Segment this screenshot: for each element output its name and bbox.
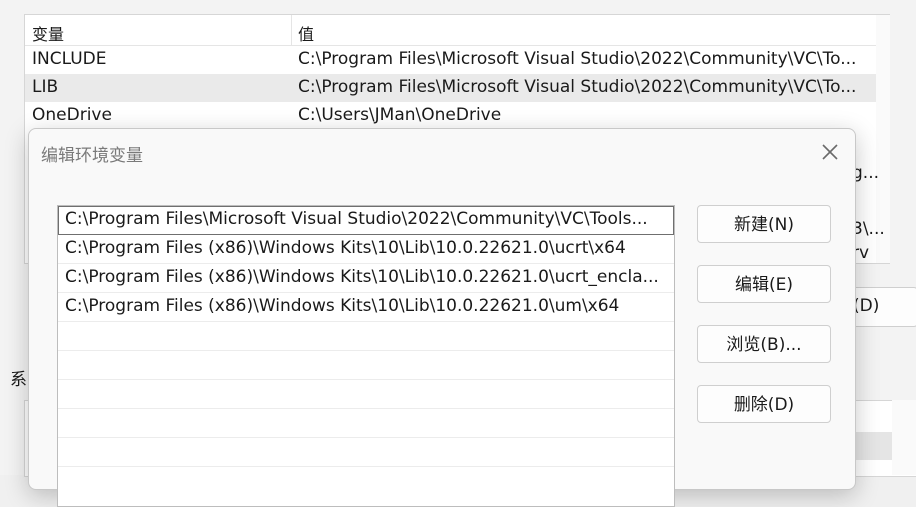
close-button[interactable] — [817, 139, 843, 165]
button-label: (D) — [853, 296, 880, 316]
variable-name: INCLUDE — [32, 49, 107, 69]
variable-name: LIB — [32, 77, 59, 97]
table-row[interactable]: OneDrive C:\Users\JMan\OneDrive — [25, 102, 889, 130]
list-item[interactable]: C:\Program Files (x86)\Windows Kits\10\L… — [58, 235, 674, 264]
variable-value: C:\Program Files\Microsoft Visual Studio… — [298, 49, 857, 69]
path-text: C:\Program Files\Microsoft Visual Studio… — [65, 209, 648, 229]
path-text: C:\Program Files (x86)\Windows Kits\10\L… — [65, 296, 620, 316]
column-header-variable[interactable]: 变量 — [32, 21, 64, 45]
delete-user-variable-button[interactable]: (D) — [850, 287, 916, 327]
path-text: C:\Program Files (x86)\Windows Kits\10\L… — [65, 238, 626, 258]
column-separator[interactable] — [291, 15, 292, 45]
selected-row-highlight — [850, 432, 892, 460]
variable-value: C:\Program Files\Microsoft Visual Studio… — [298, 77, 857, 97]
empty-list-item[interactable] — [58, 409, 674, 438]
close-icon — [822, 144, 838, 160]
delete-button[interactable]: 删除(D) — [697, 385, 831, 423]
table-row[interactable]: LIB C:\Program Files\Microsoft Visual St… — [25, 74, 889, 102]
edit-button[interactable]: 编辑(E) — [697, 265, 831, 303]
variable-name: OneDrive — [32, 105, 112, 125]
new-button[interactable]: 新建(N) — [697, 205, 831, 243]
path-text: C:\Program Files (x86)\Windows Kits\10\L… — [65, 267, 659, 287]
list-item[interactable]: C:\Program Files (x86)\Windows Kits\10\L… — [58, 293, 674, 322]
dialog-title: 编辑环境变量 — [41, 146, 143, 166]
edit-environment-variable-dialog: 编辑环境变量 C:\Program Files\Microsoft Visual… — [28, 128, 856, 507]
list-item[interactable]: C:\Program Files\Microsoft Visual Studio… — [58, 206, 674, 235]
truncated-value-text: g... — [852, 163, 880, 183]
empty-list-item[interactable] — [58, 322, 674, 351]
truncated-value-text: 3\... — [852, 219, 885, 239]
list-item[interactable]: C:\Program Files (x86)\Windows Kits\10\L… — [58, 264, 674, 293]
path-list[interactable]: C:\Program Files\Microsoft Visual Studio… — [57, 205, 675, 507]
vertical-scrollbar[interactable] — [892, 400, 916, 475]
system-variables-label: 系 — [10, 370, 27, 390]
list-header: 变量 值 — [25, 15, 889, 46]
browse-button[interactable]: 浏览(B)... — [697, 325, 831, 363]
variable-value: C:\Users\JMan\OneDrive — [298, 105, 502, 125]
table-row[interactable]: INCLUDE C:\Program Files\Microsoft Visua… — [25, 46, 889, 74]
empty-list-item[interactable] — [58, 351, 674, 380]
empty-list-item[interactable] — [58, 380, 674, 409]
column-header-value[interactable]: 值 — [298, 21, 314, 45]
empty-list-item[interactable] — [58, 438, 674, 467]
